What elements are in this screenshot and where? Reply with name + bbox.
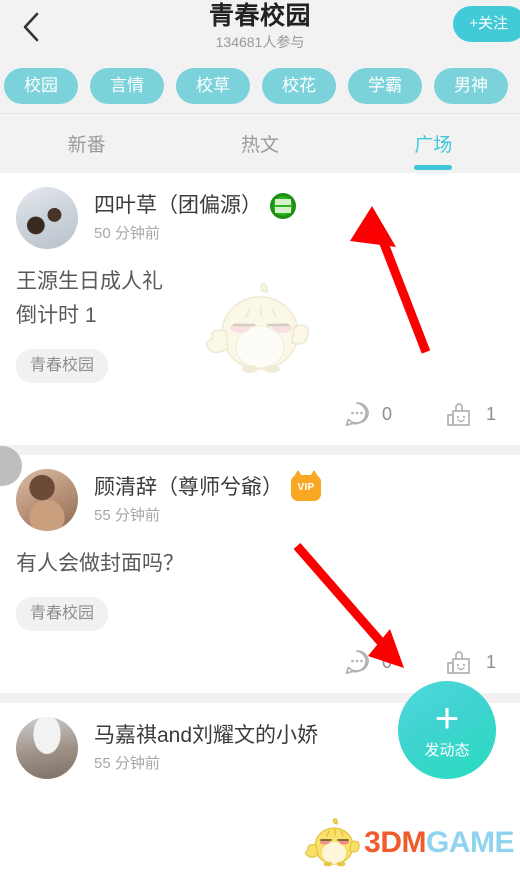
tag-pill-0[interactable]: 校园 [4, 67, 78, 104]
post-body-text: 有人会做封面吗？ [16, 552, 184, 575]
post-author-name[interactable]: 顾清辞（尊师兮爺） [94, 474, 283, 502]
comment-count: 0 [381, 404, 392, 424]
post-topic-tag[interactable]: 青春校园 [16, 349, 109, 383]
tag-pill-2[interactable]: 校草 [176, 67, 250, 104]
like-count: 1 [485, 652, 496, 672]
app-root: 青春校园 134681人参与 +关注 校园 言情 校草 校花 学霸 男神 新番 … [0, 0, 520, 874]
tab-label: 新番 [67, 135, 106, 156]
watermark-text: 3DMGAME [364, 826, 514, 860]
like-count: 1 [485, 404, 496, 424]
comment-action[interactable]: 0 [342, 647, 392, 677]
tag-pill-5[interactable]: 男神 [434, 67, 508, 104]
comment-count: 0 [381, 652, 392, 672]
thumbs-up-icon [447, 403, 470, 426]
comment-icon [345, 650, 369, 675]
thumbs-up-icon [447, 651, 470, 674]
post-author-name[interactable]: 四叶草（团偏源） [94, 192, 262, 220]
comment-action[interactable]: 0 [342, 399, 392, 429]
tag-pill-3[interactable]: 校花 [262, 67, 336, 104]
watermark-text-primary: 3DM [364, 826, 426, 859]
post-separator [0, 445, 520, 455]
tab-bar: 新番 热文 广场 [0, 119, 520, 173]
tab-label: 热文 [240, 135, 279, 156]
post-timestamp: 50 分钟前 [94, 224, 160, 242]
vip-badge-icon: VIP [291, 469, 321, 501]
post-meta: 顾清辞（尊师兮爺） VIP 55 分钟前 [94, 469, 504, 527]
page-title: 青春校园 [208, 2, 311, 30]
post-action-row: 0 1 [16, 383, 504, 445]
post-item[interactable]: 四叶草（团偏源） 50 分钟前 王源生日成人礼 倒计时 1 青春校园 0 1 [0, 173, 520, 445]
participant-count: 134681人参与 [215, 34, 305, 50]
tag-pill-1[interactable]: 言情 [90, 67, 164, 104]
create-post-fab[interactable]: + 发动态 [398, 681, 496, 779]
tag-pill-bar[interactable]: 校园 言情 校草 校花 学霸 男神 [0, 58, 520, 113]
back-button[interactable] [10, 6, 52, 48]
follow-button[interactable]: +关注 [453, 6, 520, 42]
post-meta: 四叶草（团偏源） 50 分钟前 [94, 192, 504, 245]
verified-green-badge-icon [270, 192, 296, 219]
post-timestamp: 55 分钟前 [94, 506, 160, 524]
tab-active-indicator [414, 165, 453, 170]
post-header: 顾清辞（尊师兮爺） VIP 55 分钟前 [16, 469, 504, 531]
like-action[interactable]: 1 [444, 399, 496, 429]
post-header: 四叶草（团偏源） 50 分钟前 [16, 187, 504, 249]
chevron-left-icon [23, 12, 39, 42]
watermark: 3DMGAME [304, 818, 515, 868]
comment-icon [345, 402, 369, 427]
plus-icon: + [434, 694, 460, 741]
post-topic-tag[interactable]: 青春校园 [16, 597, 109, 631]
like-action[interactable]: 1 [444, 647, 496, 677]
post-item[interactable]: 顾清辞（尊师兮爺） VIP 55 分钟前 有人会做封面吗？ 青春校园 0 1 [0, 455, 520, 693]
tag-pill-4[interactable]: 学霸 [348, 67, 422, 104]
watermark-text-secondary: GAME [426, 826, 515, 859]
chick-logo-icon [305, 818, 360, 867]
header-title-block: 青春校园 134681人参与 [209, 0, 311, 52]
vip-badge-label: VIP [297, 482, 315, 493]
tab-guangchang[interactable]: 广场 [347, 119, 520, 173]
page-header: 青春校园 134681人参与 +关注 [0, 0, 520, 58]
tab-label: 广场 [414, 135, 453, 156]
avatar[interactable] [16, 187, 78, 249]
tab-xinfan[interactable]: 新番 [0, 119, 173, 173]
post-name-row: 顾清辞（尊师兮爺） VIP [94, 469, 504, 502]
fab-label: 发动态 [424, 742, 470, 759]
avatar[interactable] [16, 469, 78, 531]
avatar[interactable] [16, 717, 78, 779]
post-name-row: 四叶草（团偏源） [94, 192, 504, 220]
tab-rewen[interactable]: 热文 [173, 119, 346, 173]
post-author-name[interactable]: 马嘉祺and刘耀文的小娇 [94, 722, 318, 750]
post-body-text: 王源生日成人礼 倒计时 1 [16, 270, 163, 327]
